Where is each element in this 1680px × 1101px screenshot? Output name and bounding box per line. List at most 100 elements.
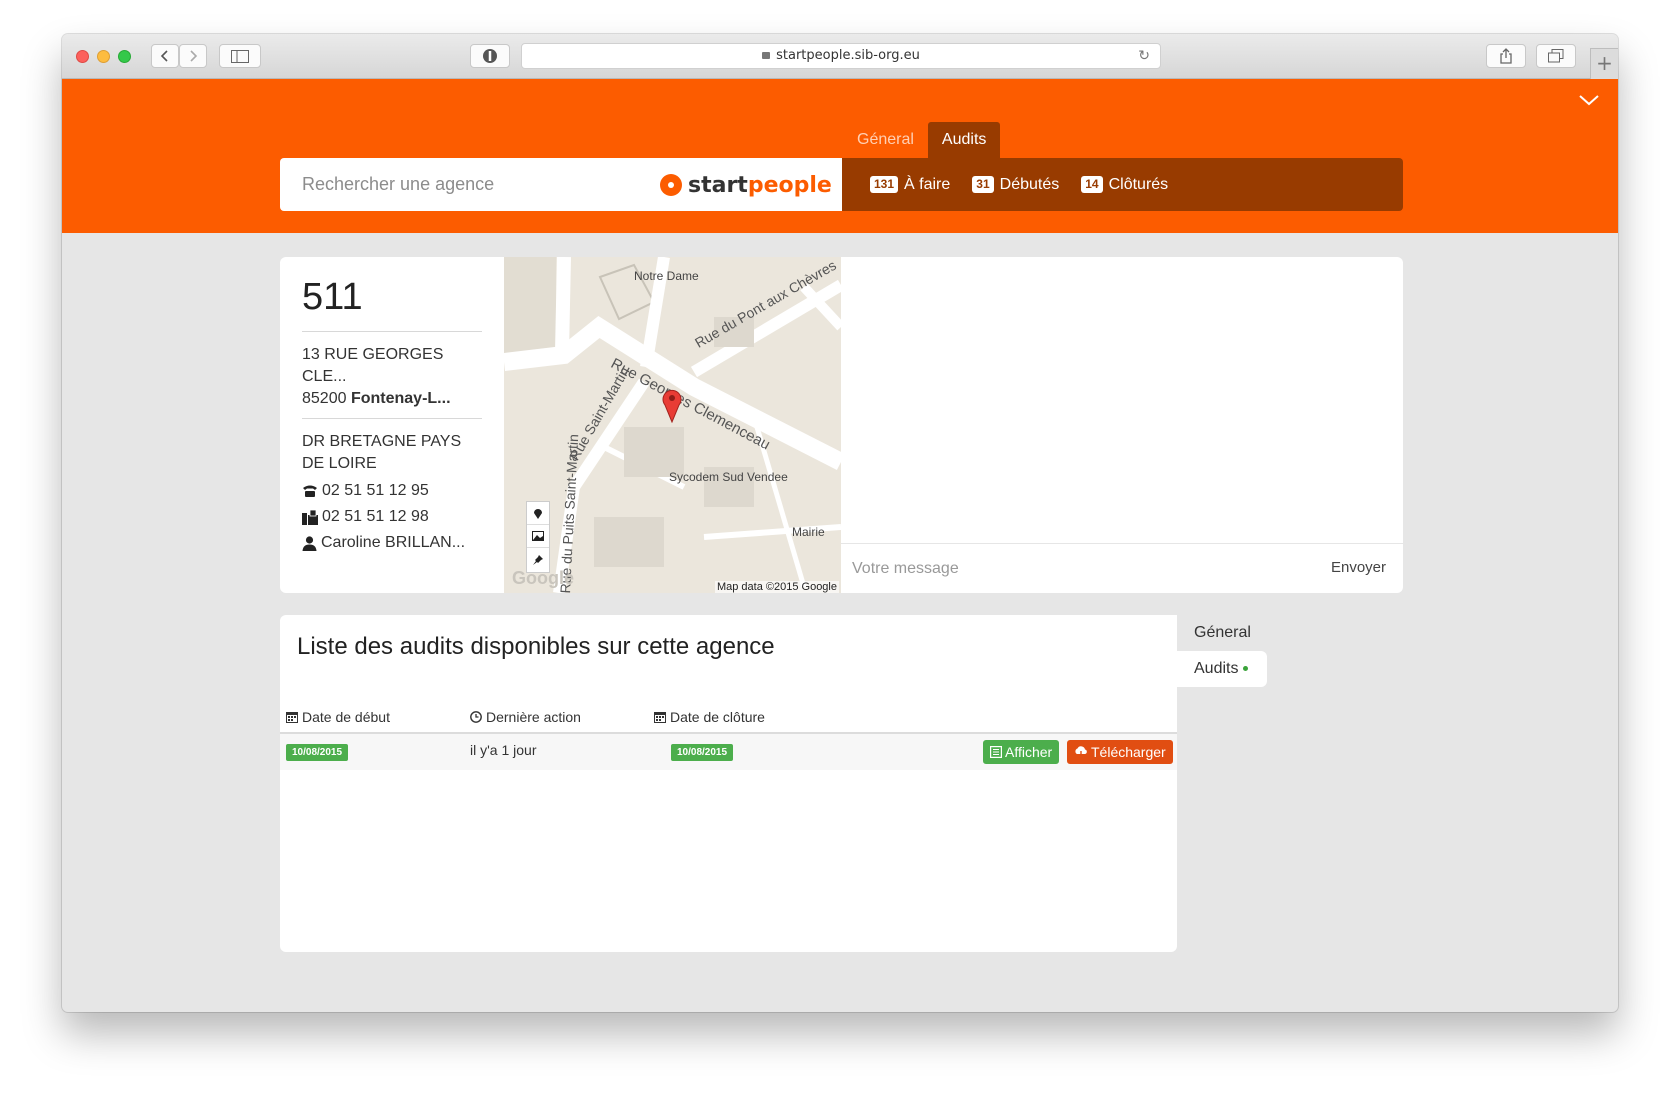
user-icon [302,535,317,551]
tab-general[interactable]: Géneral [843,122,928,158]
side-nav: Géneral Audits [1177,615,1267,687]
audits-title: Liste des audits disponibles sur cette a… [297,633,775,660]
audits-table-header: Date de début Dernière action Date de cl… [280,703,1177,734]
column-label-last-action: Dernière action [486,709,581,725]
stat-started-label: Débutés [999,175,1060,193]
view-audit-button[interactable]: Afficher [983,740,1060,764]
agency-city-line: 85200 Fontenay-L... [302,388,482,410]
stat-todo-label: À faire [904,175,951,193]
stat-closed-count: 14 [1081,176,1103,193]
logo-mark-icon [660,174,682,196]
column-header-close-date[interactable]: Date de clôture [654,709,765,725]
side-nav-audits-label: Audits [1194,660,1239,677]
agency-fax: 02 51 51 12 98 [302,504,482,530]
back-button[interactable] [151,44,179,68]
stat-todo-count: 131 [870,176,899,193]
share-button[interactable] [1486,44,1526,68]
agency-info: 511 13 RUE GEORGES CLE... 85200 Fontenay… [280,257,504,593]
agency-address-line2: CLE... [302,368,347,385]
list-icon [990,746,1002,758]
lock-icon [762,52,771,59]
startpeople-logo[interactable]: start people [660,170,832,200]
location-pin-icon[interactable] [527,502,549,525]
table-row: 10/08/2015 il y'a 1 jour 10/08/2015 Affi… [280,734,1177,770]
agency-card: 511 13 RUE GEORGES CLE... 85200 Fontenay… [280,257,1403,593]
side-nav-general[interactable]: Géneral [1177,615,1267,651]
stat-closed[interactable]: 14 Clôturés [1081,176,1168,194]
sidebar-toggle-button[interactable] [219,44,261,68]
image-icon[interactable] [527,525,549,548]
chevron-down-icon[interactable] [1578,89,1600,111]
audits-panel: Liste des audits disponibles sur cette a… [280,615,1177,952]
start-date-badge: 10/08/2015 [286,744,349,761]
cell-close-date: 10/08/2015 [671,742,734,761]
clock-icon [470,711,482,723]
privacy-button[interactable] [470,44,510,68]
tab-audits[interactable]: Audits [927,122,1001,158]
agency-map[interactable]: Notre Dame Rue du Pont aux Chèvres Rue G… [504,257,841,593]
map-label-mairie: Mairie [792,525,825,539]
agency-search-input[interactable] [280,158,640,211]
map-label-sycodem: Sycodem Sud Vendee [669,470,788,484]
agency-code: 511 [302,276,363,318]
agency-contact: Caroline BRILLAN... [302,530,482,556]
column-header-start-date[interactable]: Date de début [286,709,390,725]
divider [302,331,482,332]
column-header-last-action[interactable]: Dernière action [470,709,581,725]
logo-start-text: start [688,172,748,198]
agency-city: Fontenay-L... [350,390,451,407]
stat-todo[interactable]: 131 À faire [870,176,950,194]
address-bar[interactable]: startpeople.sib-org.eu ↻ [521,43,1161,69]
column-label-close-date: Date de clôture [670,709,765,725]
cloud-download-icon [1075,746,1087,758]
message-input[interactable] [841,544,1291,593]
phone-icon [303,485,317,497]
agency-address-line1: 13 RUE GEORGES [302,346,444,363]
view-audit-label: Afficher [1005,744,1053,760]
chevron-left-icon [160,50,168,62]
stat-closed-label: Clôturés [1108,175,1169,193]
agency-phone: 02 51 51 12 95 [302,478,482,504]
chevron-right-icon [190,50,198,62]
sidebar-icon [231,50,249,63]
app-header: Géneral Audits startpeople 131 À faire 3… [62,79,1618,233]
close-window-button[interactable] [76,50,89,63]
audit-stats-bar: 131 À faire 31 Débutés 14 Clôturés [842,158,1403,211]
send-button[interactable]: Envoyer [1331,559,1386,576]
map-marker-icon[interactable] [662,389,682,423]
column-label-start-date: Date de début [302,709,390,725]
message-area: Envoyer [841,257,1403,593]
tabs-overview-button[interactable] [1536,44,1576,68]
cell-last-action: il y'a 1 jour [470,742,537,758]
agency-postal-code: 85200 [302,390,347,407]
url-text: startpeople.sib-org.eu [776,48,920,63]
zoom-window-button[interactable] [118,50,131,63]
browser-toolbar: startpeople.sib-org.eu ↻ + [62,34,1618,79]
cell-start-date: 10/08/2015 [286,742,349,761]
map-attribution[interactable]: Map data ©2015 Google [714,581,839,593]
stat-started[interactable]: 31 Débutés [972,176,1059,194]
minimize-window-button[interactable] [97,50,110,63]
map-label-notre-dame: Notre Dame [634,269,699,283]
stat-started-count: 31 [972,176,994,193]
download-audit-label: Télécharger [1091,744,1166,760]
side-nav-general-label: Géneral [1194,624,1251,641]
google-logo: Google [512,568,574,588]
fax-icon [302,509,318,525]
agency-phone-number: 02 51 51 12 95 [322,482,429,499]
calendar-icon [654,712,666,723]
active-dot-icon [1243,666,1249,672]
agency-contact-name: Caroline BRILLAN... [321,534,466,551]
shield-icon [483,49,497,63]
map-toolbar [526,501,550,573]
map-roads [504,257,841,593]
download-audit-button[interactable]: Télécharger [1067,740,1173,764]
tabs-icon [1548,49,1564,63]
new-tab-button[interactable]: + [1590,48,1618,79]
share-icon [1500,48,1512,64]
message-bar: Envoyer [841,543,1403,593]
side-nav-audits[interactable]: Audits [1177,651,1267,687]
forward-button[interactable] [179,44,207,68]
search-bar: startpeople [280,158,842,211]
reload-icon[interactable]: ↻ [1138,44,1150,68]
